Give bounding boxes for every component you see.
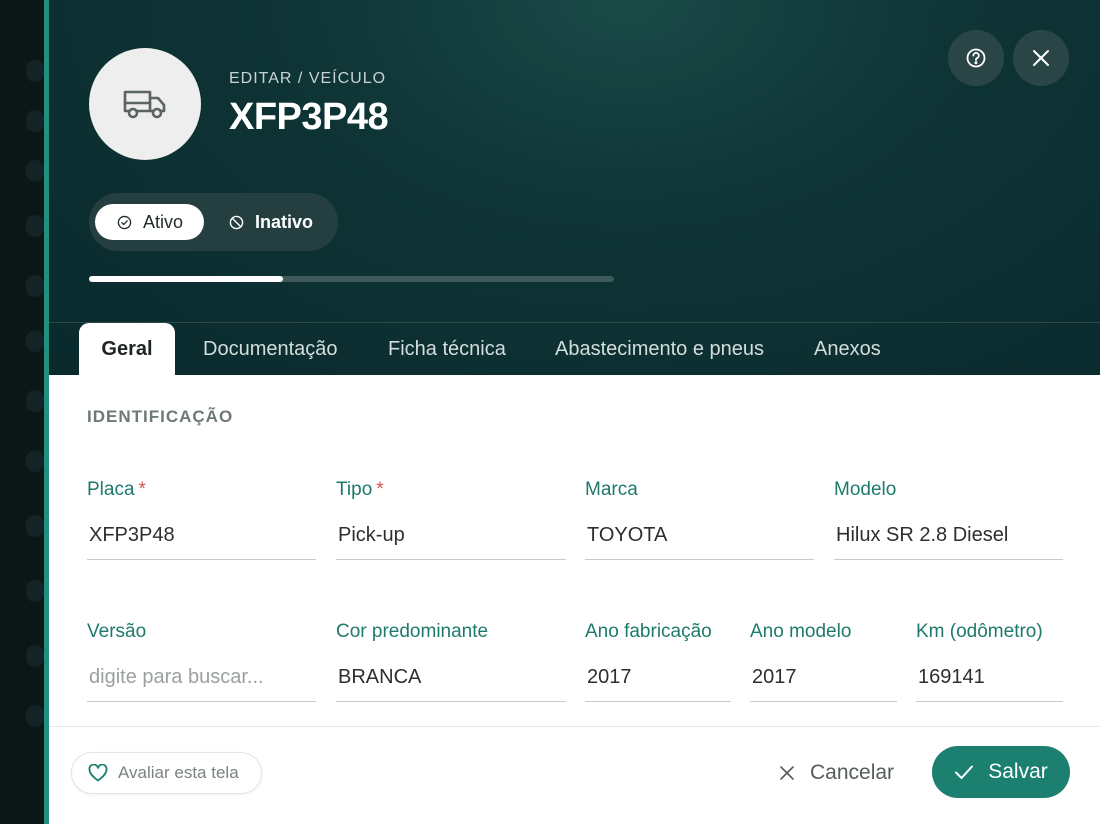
background-blob	[26, 215, 44, 237]
tab-abastecimento-pneus[interactable]: Abastecimento e pneus	[555, 323, 764, 375]
field-label: Tipo *	[336, 479, 384, 500]
field-cor-predominante[interactable]: Cor predominante BRANCA	[336, 621, 566, 703]
field-tipo[interactable]: Tipo * Pick-up	[336, 479, 566, 561]
field-underline	[585, 559, 814, 560]
background-blob	[26, 275, 44, 297]
heart-icon	[88, 764, 108, 782]
background-blob	[26, 110, 44, 132]
background-blob	[26, 160, 44, 182]
panel-footer: Avaliar esta tela Cancelar Salvar	[49, 726, 1100, 824]
ano-fabricacao-input[interactable]: 2017	[587, 666, 632, 689]
field-label: Modelo	[834, 479, 897, 500]
rate-screen-label: Avaliar esta tela	[118, 763, 239, 782]
help-button[interactable]	[948, 30, 1004, 86]
vehicle-avatar	[89, 48, 201, 160]
required-marker: *	[138, 479, 146, 500]
modelo-input[interactable]: Hilux SR 2.8 Diesel	[836, 524, 1008, 547]
field-underline	[834, 559, 1063, 560]
tab-bar: Geral Documentação Ficha técnica Abastec…	[49, 323, 1100, 375]
status-inactive-label: Inativo	[255, 211, 314, 232]
save-button[interactable]: Salvar	[932, 746, 1070, 798]
status-active-label: Ativo	[143, 211, 184, 232]
background-blob	[26, 645, 44, 667]
field-label: Km (odômetro)	[916, 621, 1043, 642]
tipo-select[interactable]: Pick-up	[338, 524, 405, 547]
rate-screen-button[interactable]: Avaliar esta tela	[71, 752, 262, 794]
km-input[interactable]: 169141	[918, 666, 985, 689]
tab-geral[interactable]: Geral	[79, 323, 175, 375]
background-blob	[26, 330, 44, 352]
cor-select[interactable]: BRANCA	[338, 666, 421, 689]
background-blob	[26, 515, 44, 537]
tab-ficha-tecnica[interactable]: Ficha técnica	[388, 323, 506, 375]
placa-input[interactable]: XFP3P48	[89, 524, 175, 547]
cancel-label: Cancelar	[810, 761, 895, 784]
status-active-option[interactable]: Ativo	[95, 204, 204, 240]
panel-header: EDITAR / VEÍCULO XFP3P48 Ativo Inativo G…	[49, 0, 1100, 375]
background-blob	[26, 580, 44, 602]
field-km-odometro[interactable]: Km (odômetro) 169141	[916, 621, 1063, 703]
background-blob	[26, 705, 44, 727]
close-button[interactable]	[1013, 30, 1069, 86]
edit-vehicle-panel: EDITAR / VEÍCULO XFP3P48 Ativo Inativo G…	[44, 0, 1100, 824]
marca-input[interactable]: TOYOTA	[587, 524, 667, 547]
ban-icon	[229, 215, 244, 229]
field-label: Placa *	[87, 479, 146, 500]
field-underline	[87, 559, 316, 560]
field-placa[interactable]: Placa * XFP3P48	[87, 479, 316, 561]
check-icon	[955, 765, 974, 779]
field-ano-fabricacao[interactable]: Ano fabricação 2017	[585, 621, 731, 703]
background-blob	[26, 60, 44, 82]
close-icon	[780, 766, 794, 780]
field-label: Ano fabricação	[585, 621, 712, 642]
page-title: XFP3P48	[229, 96, 389, 138]
tab-documentacao[interactable]: Documentação	[203, 323, 338, 375]
field-marca[interactable]: Marca TOYOTA	[585, 479, 814, 561]
field-label: Ano modelo	[750, 621, 852, 642]
completion-progress-bar	[89, 276, 614, 282]
cancel-button[interactable]: Cancelar	[779, 757, 894, 789]
status-inactive-option[interactable]: Inativo	[224, 204, 334, 240]
field-underline	[336, 559, 566, 560]
section-title: IDENTIFICAÇÃO	[87, 407, 234, 426]
versao-search-input[interactable]: digite para buscar...	[89, 666, 264, 689]
required-marker: *	[376, 479, 384, 500]
field-label: Marca	[585, 479, 638, 500]
field-underline	[916, 701, 1063, 702]
status-toggle: Ativo Inativo	[89, 193, 338, 251]
field-label: Cor predominante	[336, 621, 489, 642]
truck-icon	[123, 90, 166, 119]
close-icon	[1033, 50, 1049, 66]
check-circle-icon	[117, 215, 132, 229]
field-underline	[336, 701, 566, 702]
field-ano-modelo[interactable]: Ano modelo 2017	[750, 621, 897, 703]
field-underline	[87, 701, 316, 702]
field-modelo[interactable]: Modelo Hilux SR 2.8 Diesel	[834, 479, 1063, 561]
background-blob	[26, 450, 44, 472]
field-label: Versão	[87, 621, 147, 642]
tab-anexos[interactable]: Anexos	[814, 323, 881, 375]
help-icon	[966, 48, 986, 68]
field-underline	[750, 701, 897, 702]
breadcrumb: EDITAR / VEÍCULO	[229, 70, 387, 87]
field-underline	[585, 701, 731, 702]
ano-modelo-input[interactable]: 2017	[752, 666, 797, 689]
completion-progress-fill	[89, 276, 284, 282]
background-blob	[26, 390, 44, 412]
field-versao[interactable]: Versão digite para buscar...	[87, 621, 316, 703]
background-overlay	[0, 0, 44, 824]
save-label: Salvar	[988, 760, 1048, 783]
